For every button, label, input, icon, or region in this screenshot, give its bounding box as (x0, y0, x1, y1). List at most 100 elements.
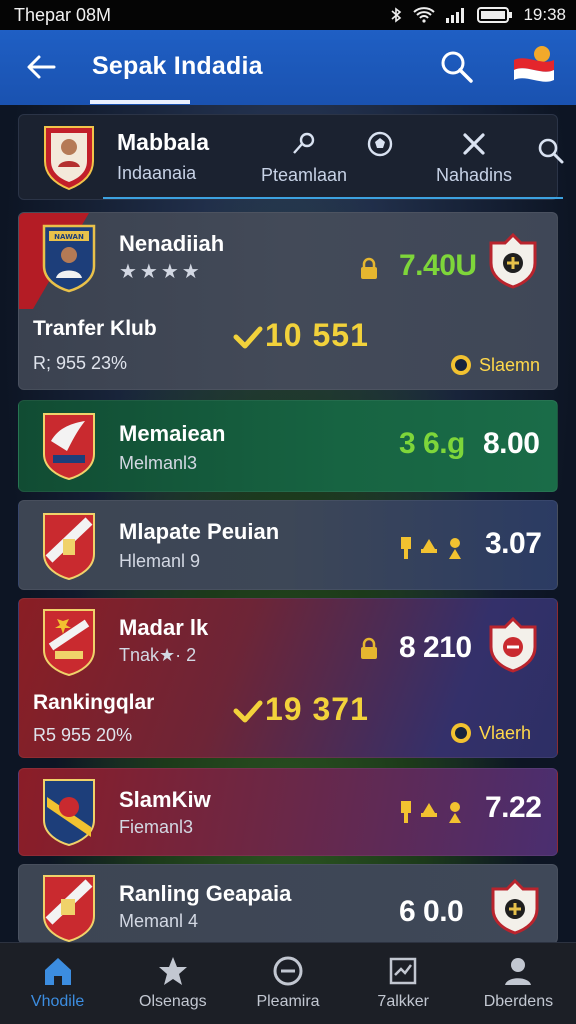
row-value: 8 210 (399, 631, 472, 664)
row-value: 3.07 (485, 527, 542, 560)
tab-ball[interactable] (355, 131, 405, 165)
ranking-percent: R5 955 20% (33, 725, 133, 745)
minus-circle-icon (273, 956, 303, 986)
row-name: Madar lk (119, 615, 209, 640)
check-icon (233, 700, 263, 723)
lock-icon (361, 637, 377, 659)
tab-nahadins-label: Nahadins (435, 165, 513, 185)
bottom-nav: Vhodile Olsenags Pleamira 7alkker Dberde… (0, 942, 576, 1024)
club-crest-icon (489, 233, 537, 289)
status-carrier: Thepar 08M (14, 4, 112, 25)
row-value-green: 3 6.g (399, 427, 465, 460)
club-chip-label: Vlaerh (479, 722, 532, 743)
status-icons: 19:38 (389, 5, 566, 25)
lock-icon (361, 257, 377, 279)
cross-icon (463, 133, 485, 155)
back-button[interactable] (24, 50, 58, 84)
check-icon (233, 326, 263, 349)
search-button[interactable] (438, 48, 476, 86)
list-item[interactable]: Mlapate Peuian Hlemanl 9 3.07 (18, 500, 558, 590)
profile-card-underline (103, 197, 563, 199)
app-bar: Sepak Indadia (0, 30, 576, 105)
row-sub: Hlemanl 9 (119, 551, 201, 571)
wifi-icon (413, 7, 436, 23)
nav-tracker[interactable]: 7alkker (346, 943, 461, 1024)
ranking-value: 19 371 (265, 691, 369, 727)
nav-players-label: Pleamira (256, 993, 320, 1010)
row-sub: Fiemanl3 (119, 817, 194, 837)
transfer-percent: R; 955 23% (33, 353, 128, 373)
nav-favorites[interactable]: Olsenags (115, 943, 230, 1024)
club-chip-label: Slaemn (479, 354, 541, 375)
profile-name: Mabbala (117, 129, 210, 155)
row-sub: Tnak★· 2 (119, 645, 197, 665)
home-icon (44, 958, 71, 985)
title-underline (90, 100, 190, 104)
flag-button[interactable] (510, 44, 558, 88)
tab-nahadins[interactable]: Nahadins (415, 131, 533, 186)
player-badge-icon (44, 126, 94, 191)
list-item[interactable]: Memaiean Melmanl3 3 6.g 8.00 (18, 400, 558, 492)
nav-players[interactable]: Pleamira (230, 943, 345, 1024)
club-chip[interactable]: Slaemn (449, 353, 540, 377)
row-name: Memaiean (119, 421, 226, 446)
search-icon (538, 138, 564, 164)
row-name: Nenadiiah (119, 231, 225, 256)
nav-profile-label: Dberdens (483, 993, 554, 1010)
row-value: 8.00 (483, 427, 540, 460)
row-name: Ranling Geapaia (119, 881, 292, 906)
nav-home[interactable]: Vhodile (0, 943, 115, 1024)
club-badge-icon (43, 875, 95, 943)
row-sub: Melmanl3 (119, 453, 198, 473)
row-name: SlamKiw (119, 787, 211, 812)
whistle-icon (293, 132, 315, 154)
indonesia-flag-icon (514, 46, 554, 82)
player-card-icon: NAWAN (42, 224, 96, 293)
profile-icon (505, 958, 532, 985)
trophy-icons (401, 537, 461, 559)
transfer-label: Tranfer Klub (33, 317, 157, 340)
coin-icon (451, 355, 471, 375)
trophy-icons (401, 801, 461, 823)
search-icon (441, 51, 473, 83)
back-arrow-icon (27, 55, 56, 79)
chart-icon (389, 957, 417, 985)
tab-pteamlaan[interactable]: Pteamlaan (245, 131, 363, 186)
club-badge-icon (43, 413, 95, 481)
rating-stars: ★★★★ (119, 261, 203, 283)
club-badge-icon (43, 609, 95, 677)
profile-card[interactable]: Mabbala Indaanaia Pteamlaan Nahadins (18, 114, 564, 200)
star-icon (158, 957, 187, 985)
list-item[interactable]: Madar lk Tnak★· 2 8 210 Rankingqlar R5 9… (18, 598, 558, 758)
ranking-label: Rankingqlar (33, 691, 155, 714)
coin-icon (451, 723, 471, 743)
list-item[interactable]: Ranling Geapaia Memanl 4 6 0.0 (18, 864, 558, 944)
app-title: Sepak Indadia (92, 52, 263, 80)
tab-search[interactable] (533, 137, 569, 173)
tab-pteamlaan-label: Pteamlaan (260, 165, 348, 185)
nav-profile[interactable]: Dberdens (461, 943, 576, 1024)
club-badge-icon (43, 779, 95, 847)
profile-subtitle: Indaanaia (117, 163, 197, 183)
row-value: 7.22 (485, 791, 542, 824)
signal-icon (446, 8, 465, 23)
transfer-value: 10 551 (265, 317, 369, 353)
list-item[interactable]: SlamKiw Fiemanl3 7.22 (18, 768, 558, 856)
row-value: 7.40U (399, 249, 477, 282)
row-sub: Memanl 4 (119, 911, 199, 931)
row-value: 6 0.0 (399, 895, 464, 928)
club-crest-icon (489, 617, 537, 673)
club-chip[interactable]: Vlaerh (449, 721, 531, 745)
status-bar: Thepar 08M 19:38 (0, 0, 576, 30)
battery-icon (477, 7, 513, 23)
status-time: 19:38 (523, 5, 566, 24)
ball-icon (367, 131, 393, 157)
list-item[interactable]: NAWAN Nenadiiah ★★★★ 7.40U Tranfer Klub … (18, 212, 558, 390)
nav-home-label: Vhodile (30, 993, 85, 1010)
nav-favorites-label: Olsenags (139, 993, 207, 1010)
nav-tracker-label: 7alkker (377, 993, 429, 1010)
club-badge-icon (43, 513, 95, 581)
row-name: Mlapate Peuian (119, 519, 280, 544)
bluetooth-icon (391, 7, 402, 23)
club-crest-icon (491, 879, 539, 935)
